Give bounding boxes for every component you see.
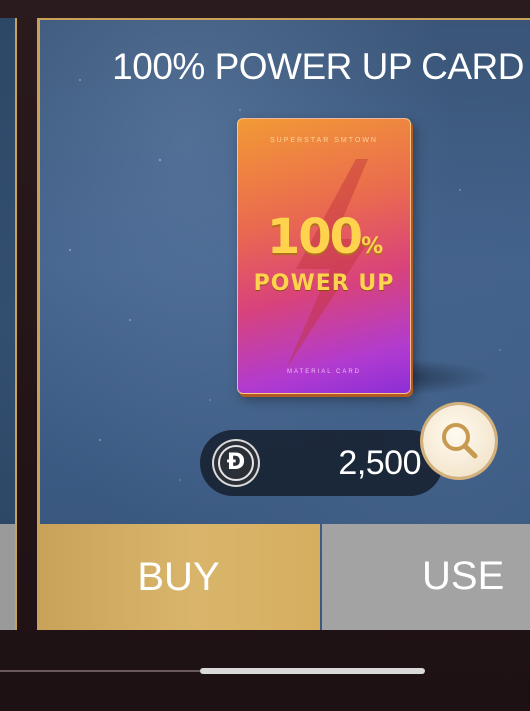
card-power-unit: % [361, 234, 383, 259]
previous-item-panel[interactable] [0, 18, 17, 630]
power-up-card-image: SUPERSTAR SMTOWN 100% POWER UP MATERIAL … [237, 118, 411, 394]
card-power-value: 100% [238, 209, 410, 265]
card-power-label: POWER UP [253, 271, 395, 296]
card-power-number: 100 [266, 209, 363, 265]
coin-glyph: Ð [226, 450, 246, 475]
price-amount: 2,500 [338, 444, 421, 482]
card-brand-text: SUPERSTAR SMTOWN [270, 137, 378, 144]
use-button[interactable]: USE [322, 524, 530, 630]
previous-item-footer [0, 524, 15, 630]
price-pill: Ð 2,500 [200, 430, 443, 496]
top-bar [0, 0, 530, 18]
home-indicator[interactable] [200, 668, 425, 674]
magnifier-icon [442, 423, 478, 459]
zoom-button[interactable] [423, 405, 495, 477]
use-button-label: USE [422, 554, 505, 598]
card-type-text: MATERIAL CARD [286, 369, 361, 375]
scroll-track [0, 670, 200, 672]
item-title: 100% POWER UP CARD [112, 46, 524, 87]
d-coin-icon: Ð [212, 439, 260, 487]
buy-button[interactable]: BUY [37, 524, 320, 630]
